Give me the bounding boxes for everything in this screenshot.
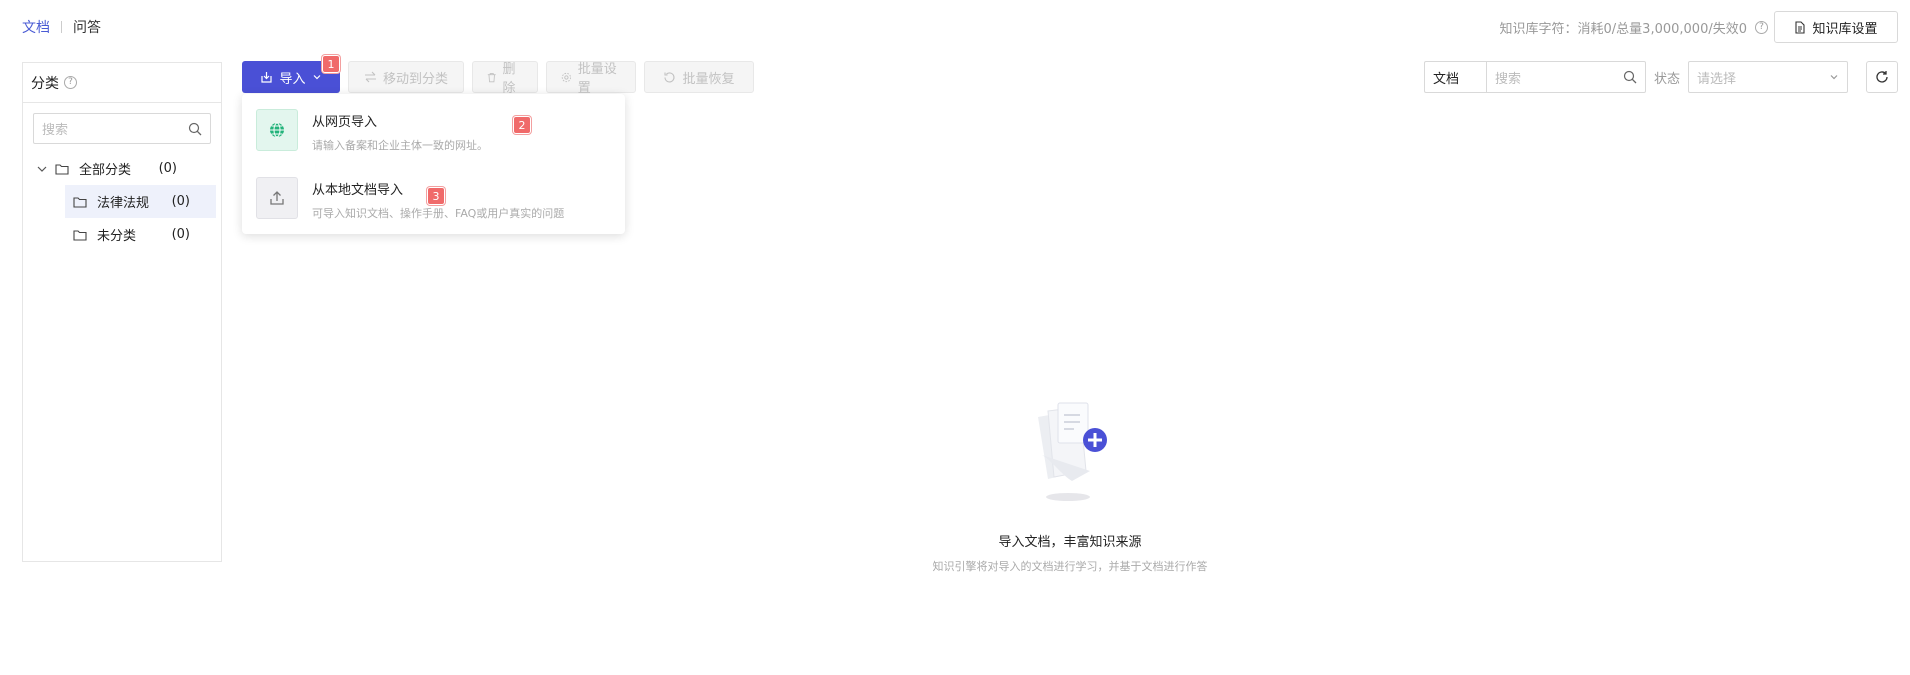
doc-search-input[interactable]: 搜索 [1485,61,1646,93]
chevron-down-icon [313,75,320,80]
top-tabs: 文档 问答 [22,17,101,37]
status-label: 状态 [1653,71,1680,87]
empty-state-title: 导入文档，丰富知识来源 [998,535,1142,550]
tree-item-label: 法律法规 [97,196,150,211]
restore-icon [664,71,676,83]
move-to-category-button[interactable]: 移动到分类 [348,61,464,93]
import-from-web-desc: 请输入备案和企业主体一致的网址。 [312,139,488,152]
tab-documents[interactable]: 文档 [22,17,50,37]
sidebar-title: 分类 [31,75,59,92]
chevron-down-icon [1830,75,1838,80]
annotation-marker-2: 2 [513,116,531,134]
batch-restore-button[interactable]: 批量恢复 [644,61,754,93]
folder-icon [73,229,87,241]
category-search-placeholder: 搜索 [42,123,69,138]
swap-icon [364,71,376,83]
upload-icon [256,177,298,219]
doc-type-select[interactable]: 文档 [1423,61,1486,93]
tree-item-count: (0) [171,194,190,209]
import-dropdown-menu: 从网页导入 请输入备案和企业主体一致的网址。 从本地文档导入 可导入知识文档、操… [242,94,625,234]
search-icon [188,122,202,135]
search-icon [1623,70,1637,84]
empty-state-subtitle: 知识引擎将对导入的文档进行学习，并基于文档进行作答 [932,560,1208,573]
document-icon [1795,20,1806,34]
kb-settings-button[interactable]: 知识库设置 [1774,11,1898,43]
sidebar-header: 分类 ? [23,63,221,103]
tree-item-uncategorized[interactable]: 未分类 (0) [65,218,216,251]
folder-icon [73,196,87,208]
refresh-button[interactable] [1866,61,1898,93]
tab-divider [61,21,62,33]
question-circle-icon[interactable]: ? [1755,21,1768,34]
batch-settings-label: 批量设置 [577,62,617,96]
batch-settings-button[interactable]: 批量设置 [546,61,636,96]
delete-button[interactable]: 删除 [472,61,538,96]
import-from-web-title: 从网页导入 [312,115,378,130]
doc-toolbar: 导入 移动到分类 删除 批量设置 批量恢复 [242,61,754,96]
move-label: 移动到分类 [382,71,448,87]
chevron-down-icon[interactable] [35,163,49,175]
annotation-marker-3: 3 [427,187,445,205]
folder-icon [55,163,69,175]
import-from-local-desc: 可导入知识文档、操作手册、FAQ或用户真实的问题 [312,207,565,220]
import-from-web-item[interactable]: 从网页导入 请输入备案和企业主体一致的网址。 [256,109,488,153]
tab-qa[interactable]: 问答 [73,17,101,37]
doc-search-placeholder: 搜索 [1494,71,1521,87]
status-select[interactable]: 请选择 [1688,61,1848,93]
status-placeholder: 请选择 [1697,71,1737,87]
import-from-web-text: 从网页导入 请输入备案和企业主体一致的网址。 [312,109,488,153]
kb-usage-info: 知识库字符：消耗0/总量3,000,000/失效0 ? [1500,18,1768,37]
empty-state: 导入文档，丰富知识来源 知识引擎将对导入的文档进行学习，并基于文档进行作答 [920,395,1220,574]
gear-icon [561,72,572,82]
tree-item-label: 未分类 [97,229,137,244]
category-search-input[interactable]: 搜索 [33,113,211,144]
empty-document-illustration [1038,402,1107,501]
annotation-marker-1: 1 [322,55,340,73]
kb-usage-text: 知识库字符：消耗0/总量3,000,000/失效0 [1499,22,1747,37]
category-sidebar: 分类 ? 搜索 全部分类 (0) 法律法规 (0) 未分类 (0) [22,62,222,562]
doc-filters: 文档 搜索 状态 请选择 [1423,61,1848,93]
category-tree: 全部分类 (0) 法律法规 (0) 未分类 (0) [23,152,221,251]
import-label: 导入 [279,71,306,87]
tree-item-label: 全部分类 [79,163,132,178]
tree-item-count: (0) [171,227,190,242]
globe-icon [256,109,298,151]
import-icon [261,71,273,83]
tree-item-laws[interactable]: 法律法规 (0) [65,185,216,218]
kb-settings-label: 知识库设置 [1812,21,1878,37]
batch-restore-label: 批量恢复 [682,71,735,87]
tree-item-count: (0) [158,161,177,176]
import-from-local-item[interactable]: 从本地文档导入 可导入知识文档、操作手册、FAQ或用户真实的问题 [256,177,564,221]
trash-icon [487,72,496,82]
tree-item-all[interactable]: 全部分类 (0) [23,152,221,185]
delete-label: 删除 [502,62,516,96]
refresh-icon [1876,71,1888,83]
question-circle-icon[interactable]: ? [64,76,77,89]
